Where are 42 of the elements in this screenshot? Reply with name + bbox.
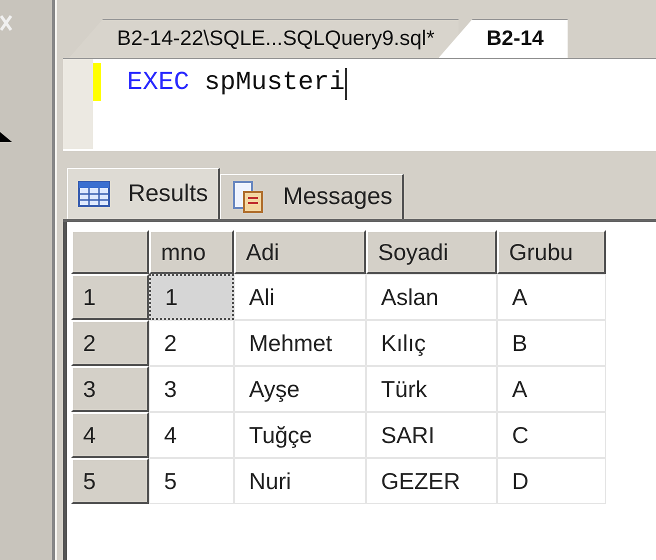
table-cell[interactable]: 1	[149, 274, 234, 320]
table-cell[interactable]: Kılıç	[366, 320, 497, 366]
column-header[interactable]: Adi	[234, 230, 366, 274]
table-cell[interactable]: Tuğçe	[234, 412, 366, 458]
table-cell[interactable]: B	[497, 320, 606, 366]
text-caret	[344, 68, 347, 100]
table-cell[interactable]: GEZER	[366, 458, 497, 504]
table-cell[interactable]: 3	[149, 366, 234, 412]
table-cell[interactable]: Ali	[234, 274, 366, 320]
document-icon	[231, 180, 266, 214]
table-cell[interactable]: Aslan	[366, 274, 497, 320]
table-cell[interactable]: A	[497, 366, 606, 412]
row-header[interactable]: 2	[71, 320, 149, 366]
table-cell[interactable]: 4	[149, 412, 234, 458]
row-header[interactable]: 1	[71, 274, 149, 320]
table-cell[interactable]: 5	[149, 458, 234, 504]
table-cell[interactable]: 2	[149, 320, 234, 366]
column-header[interactable]: Grubu	[497, 230, 606, 274]
arrow-icon[interactable]	[0, 132, 12, 142]
table-cell[interactable]: D	[497, 458, 606, 504]
table-cell[interactable]: Nuri	[234, 458, 366, 504]
table-cell[interactable]: SARI	[366, 412, 497, 458]
table-cell[interactable]: A	[497, 274, 606, 320]
tab-label: Results	[128, 180, 208, 208]
row-header[interactable]: 3	[71, 366, 149, 412]
sql-keyword: EXEC	[127, 67, 190, 97]
row-header[interactable]: 5	[71, 458, 149, 504]
result-tab[interactable]: Messages	[220, 174, 404, 219]
grid-icon	[78, 181, 110, 207]
query-editor[interactable]: EXEC spMusteri	[63, 58, 656, 149]
table-cell[interactable]: C	[497, 412, 606, 458]
change-marker	[93, 63, 101, 101]
column-header[interactable]: Soyadi	[366, 230, 497, 274]
result-tab[interactable]: Results	[67, 168, 220, 219]
tab-label: Messages	[283, 183, 392, 211]
table-cell[interactable]: Ayşe	[234, 366, 366, 412]
sql-identifier: spMusteri	[204, 67, 345, 97]
table-cell[interactable]: Mehmet	[234, 320, 366, 366]
table-cell[interactable]: Türk	[366, 366, 497, 412]
row-header[interactable]: 4	[71, 412, 149, 458]
column-header[interactable]: mno	[149, 230, 234, 274]
document-tab[interactable]: B2-14-22\SQLE...SQLQuery9.sql*	[69, 19, 458, 58]
